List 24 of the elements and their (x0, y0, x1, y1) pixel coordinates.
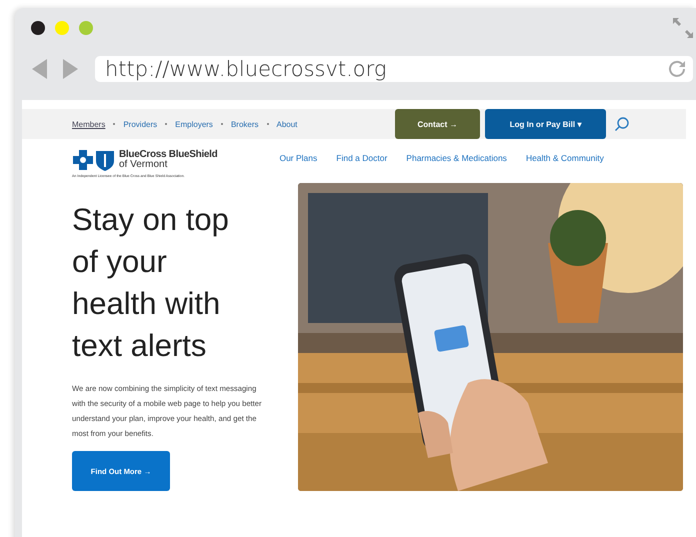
nav-link[interactable]: Members (72, 120, 106, 128)
nav-link[interactable]: About (276, 120, 298, 128)
forward-icon[interactable] (61, 58, 79, 80)
back-icon[interactable] (31, 58, 49, 80)
main-nav-link[interactable]: Our Plans (279, 153, 318, 163)
search-icon[interactable] (614, 116, 630, 132)
expand-icon[interactable] (672, 17, 694, 39)
nav-link[interactable]: Providers (123, 120, 158, 128)
close-dot[interactable] (31, 21, 45, 35)
address-bar[interactable]: http://www.bluecrossvt.org (95, 56, 693, 82)
main-nav-link[interactable]: Find a Doctor (336, 153, 388, 163)
main-nav-link[interactable]: Pharmacies & Medications (406, 153, 507, 163)
logo-region: of Vermont (119, 160, 168, 170)
login-button[interactable]: Log In or Pay Bill ▾ (485, 109, 606, 139)
nav-link[interactable]: Brokers (230, 120, 258, 128)
logo-icon (72, 149, 116, 171)
nav-link[interactable]: Employers (175, 120, 213, 128)
main-nav-link[interactable]: Health & Community (526, 153, 604, 163)
reload-icon[interactable] (667, 59, 687, 79)
maximize-dot[interactable] (79, 21, 93, 35)
contact-button[interactable]: Contact → (395, 109, 480, 139)
logo-name: BlueCross BlueShield (119, 150, 218, 160)
minimize-dot[interactable] (55, 21, 69, 35)
headline: Stay on top of your health with text alerts (72, 201, 230, 365)
